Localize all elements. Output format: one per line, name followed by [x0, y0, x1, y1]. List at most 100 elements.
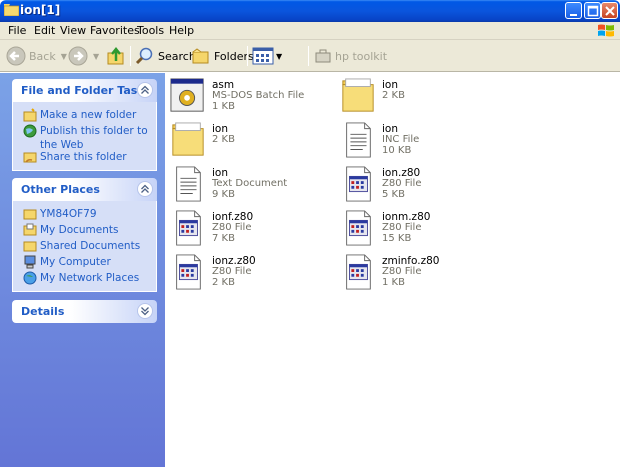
file-size: 1 KB: [212, 101, 235, 112]
share-folder-icon: [23, 152, 37, 163]
file-type: Z80 File: [212, 266, 252, 277]
file-folder-tasks-panel: File and Folder Tasks Make a new folder …: [12, 79, 157, 171]
file-item[interactable]: ion 2 KB: [340, 76, 500, 120]
collapse-chevron-icon[interactable]: [137, 181, 153, 197]
file-size: 2 KB: [212, 134, 235, 145]
menu-help[interactable]: Help: [169, 24, 194, 37]
hp-toolkit-button[interactable]: hp toolkit: [314, 45, 387, 67]
network-globe-icon: [23, 271, 37, 285]
views-dropdown-icon[interactable]: ▼: [276, 52, 282, 61]
panel-body: Make a new folder Publish this folder to…: [12, 102, 157, 171]
close-button[interactable]: [601, 2, 618, 19]
back-label: Back: [29, 49, 56, 63]
panel-header[interactable]: Other Places: [12, 178, 157, 201]
menu-favorites[interactable]: Favorites: [90, 24, 140, 37]
toolkit-icon: [315, 49, 331, 63]
file-size: 1 KB: [382, 277, 405, 288]
toolbar: Back ▼ ▼ Search Folders ▼ hp toolkit: [0, 40, 620, 72]
file-item[interactable]: ion.z80 Z80 File 5 KB: [340, 164, 500, 208]
file-type: MS-DOS Batch File: [212, 90, 305, 101]
file-size: 10 KB: [382, 145, 412, 156]
collapse-chevron-icon[interactable]: [137, 82, 153, 98]
search-icon: [135, 47, 153, 65]
file-type: Text Document: [212, 178, 288, 189]
file-type: Z80 File: [212, 222, 252, 233]
file-type: INC File: [382, 134, 420, 145]
place-my-network-places-link[interactable]: My Network Places: [13, 271, 156, 287]
link-label: My Network Places: [40, 272, 140, 284]
back-dropdown-icon[interactable]: ▼: [61, 52, 67, 61]
file-item[interactable]: ionm.z80 Z80 File 15 KB: [340, 208, 500, 252]
panel-header[interactable]: Details: [12, 300, 157, 323]
search-button[interactable]: Search: [135, 45, 196, 67]
back-arrow-icon: [6, 46, 26, 66]
file-item[interactable]: ion Text Document 9 KB: [170, 164, 330, 208]
publish-folder-web-link[interactable]: Publish this folder to the Web: [13, 124, 156, 151]
views-icon: [252, 47, 274, 65]
minimize-icon: [570, 14, 577, 16]
make-new-folder-link[interactable]: Make a new folder: [13, 108, 156, 124]
menu-file[interactable]: File: [8, 24, 26, 37]
maximize-button[interactable]: [584, 2, 601, 19]
file-item[interactable]: zminfo.z80 Z80 File 1 KB: [340, 252, 500, 296]
new-folder-icon: [23, 108, 37, 122]
menu-tools[interactable]: Tools: [137, 24, 164, 37]
window-title: ion[1]: [20, 3, 61, 17]
z80-file-icon: [346, 254, 371, 290]
z80-file-icon: [346, 166, 371, 202]
link-label: My Documents: [40, 224, 119, 236]
back-button[interactable]: Back ▼: [6, 45, 67, 67]
file-size: 2 KB: [382, 90, 405, 101]
menu-edit[interactable]: Edit: [34, 24, 55, 37]
forward-dropdown-icon[interactable]: ▼: [93, 52, 99, 61]
documents-folder-icon: [23, 223, 37, 236]
menu-view[interactable]: View: [60, 24, 86, 37]
link-label: Share this folder: [40, 151, 127, 163]
windows-logo-icon: [598, 24, 614, 37]
panel-body: YM84OF79 My Documents Shared Documents M…: [12, 201, 157, 292]
link-label: Shared Documents: [40, 240, 141, 252]
link-label: My Computer: [40, 256, 111, 268]
title-bar[interactable]: ion[1]: [0, 0, 620, 22]
file-size: 2 KB: [212, 277, 235, 288]
file-item[interactable]: ion INC File 10 KB: [340, 120, 500, 164]
text-file-icon: [176, 166, 201, 202]
panel-header[interactable]: File and Folder Tasks: [12, 79, 157, 102]
share-folder-link[interactable]: Share this folder: [13, 150, 156, 166]
computer-icon: [24, 255, 36, 269]
minimize-button[interactable]: [565, 2, 582, 19]
folder-icon: [23, 209, 37, 220]
folder-icon: [172, 122, 204, 156]
folder-icon: [4, 4, 19, 16]
place-my-computer-link[interactable]: My Computer: [13, 255, 156, 271]
place-my-documents-link[interactable]: My Documents: [13, 223, 156, 239]
file-item[interactable]: ion 2 KB: [170, 120, 330, 164]
z80-file-icon: [176, 254, 201, 290]
file-item[interactable]: ionf.z80 Z80 File 7 KB: [170, 208, 330, 252]
file-size: 15 KB: [382, 233, 412, 244]
file-item[interactable]: ionz.z80 Z80 File 2 KB: [170, 252, 330, 296]
forward-button[interactable]: ▼: [68, 45, 99, 67]
toolbar-separator: [247, 46, 248, 66]
z80-file-icon: [176, 210, 201, 246]
menu-bar: File Edit View Favorites Tools Help: [0, 22, 620, 40]
file-type: Z80 File: [382, 266, 422, 277]
file-size: 5 KB: [382, 189, 405, 200]
place-ym84of79-link[interactable]: YM84OF79: [13, 207, 156, 223]
file-type: Z80 File: [382, 178, 422, 189]
hp-toolkit-label: hp toolkit: [335, 49, 388, 63]
place-shared-documents-link[interactable]: Shared Documents: [13, 239, 156, 255]
folders-button[interactable]: Folders: [191, 45, 254, 67]
up-folder-icon: [107, 46, 124, 65]
expand-chevron-icon[interactable]: [137, 303, 153, 319]
folders-icon: [192, 48, 209, 64]
panel-title: File and Folder Tasks: [21, 84, 152, 97]
up-folder-button[interactable]: [106, 45, 126, 67]
file-size: 7 KB: [212, 233, 235, 244]
toolbar-separator: [308, 46, 309, 66]
file-item[interactable]: asm MS-DOS Batch File 1 KB: [170, 76, 330, 120]
text-file-icon: [346, 122, 371, 158]
link-label: Publish this folder to the Web: [40, 125, 148, 151]
file-list: asm MS-DOS Batch File 1 KB ion 2 KB ion 2 KB io…: [165, 73, 620, 467]
views-button[interactable]: ▼: [252, 45, 282, 67]
